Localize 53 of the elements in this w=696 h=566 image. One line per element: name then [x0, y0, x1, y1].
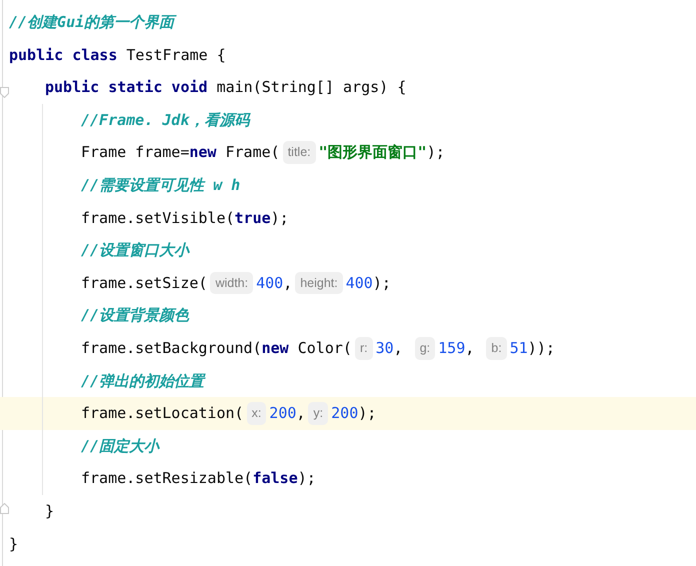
number-literal: 200: [331, 403, 358, 424]
parameter-hint: height:: [295, 272, 343, 294]
code-text: );: [270, 208, 289, 229]
keyword: true: [234, 208, 271, 229]
comment: //设置窗口大小: [81, 240, 190, 262]
code-text: ));: [528, 338, 555, 359]
code-text: TestFrame {: [125, 44, 226, 66]
code-text: ,: [283, 272, 292, 294]
code-text: frame.setSize(: [81, 272, 208, 294]
code-text: Frame frame=: [81, 142, 190, 164]
comment: //弹出的初始位置: [81, 370, 204, 392]
comment: //需要设置可见性 w h: [81, 175, 240, 196]
number-literal: 30: [376, 338, 394, 359]
number-literal: 400: [256, 272, 284, 294]
number-literal: 159: [438, 338, 466, 359]
code-text: Frame(: [224, 142, 280, 164]
code-text: frame.setLocation(: [81, 403, 244, 424]
code-text: }: [9, 534, 18, 555]
code-text: ,: [465, 338, 476, 359]
keyword: public static void: [45, 77, 208, 98]
fold-icon[interactable]: [0, 502, 9, 514]
parameter-hint: y:: [308, 402, 328, 425]
code-text: ,: [296, 403, 306, 424]
number-literal: 200: [269, 403, 296, 424]
string-literal: "图形界面窗口": [318, 142, 427, 164]
number-literal: 400: [346, 272, 373, 294]
code-text: );: [298, 468, 316, 490]
code-text: );: [358, 403, 376, 424]
comment: //Frame. Jdk，看源码: [81, 110, 250, 131]
code-text: Color(: [296, 338, 352, 359]
code-text: ,: [394, 338, 404, 359]
parameter-hint: x:: [246, 402, 266, 425]
parameter-hint: title:: [282, 141, 316, 164]
keyword: new: [189, 142, 216, 164]
comment: //固定大小: [81, 436, 160, 457]
comment: //设置背景颜色: [81, 305, 190, 326]
keyword: public class: [9, 44, 118, 66]
parameter-hint: r:: [354, 336, 373, 360]
code-text: );: [372, 272, 391, 294]
comment: //创建Gui的第一个界面: [9, 11, 174, 34]
code-text: frame.setBackground(: [81, 338, 262, 359]
number-literal: 51: [510, 338, 528, 359]
parameter-hint: width:: [210, 272, 254, 294]
keyword: false: [252, 468, 298, 490]
parameter-hint: b:: [486, 336, 507, 360]
parameter-hint: g:: [414, 336, 436, 360]
code-text: main(String[] args) {: [216, 77, 406, 98]
code-text: frame.setVisible(: [81, 208, 235, 229]
keyword: new: [262, 338, 289, 359]
code-text: frame.setResizable(: [81, 468, 253, 490]
fold-icon[interactable]: [0, 87, 9, 98]
code-text: );: [426, 142, 445, 164]
code-text: }: [45, 500, 54, 522]
